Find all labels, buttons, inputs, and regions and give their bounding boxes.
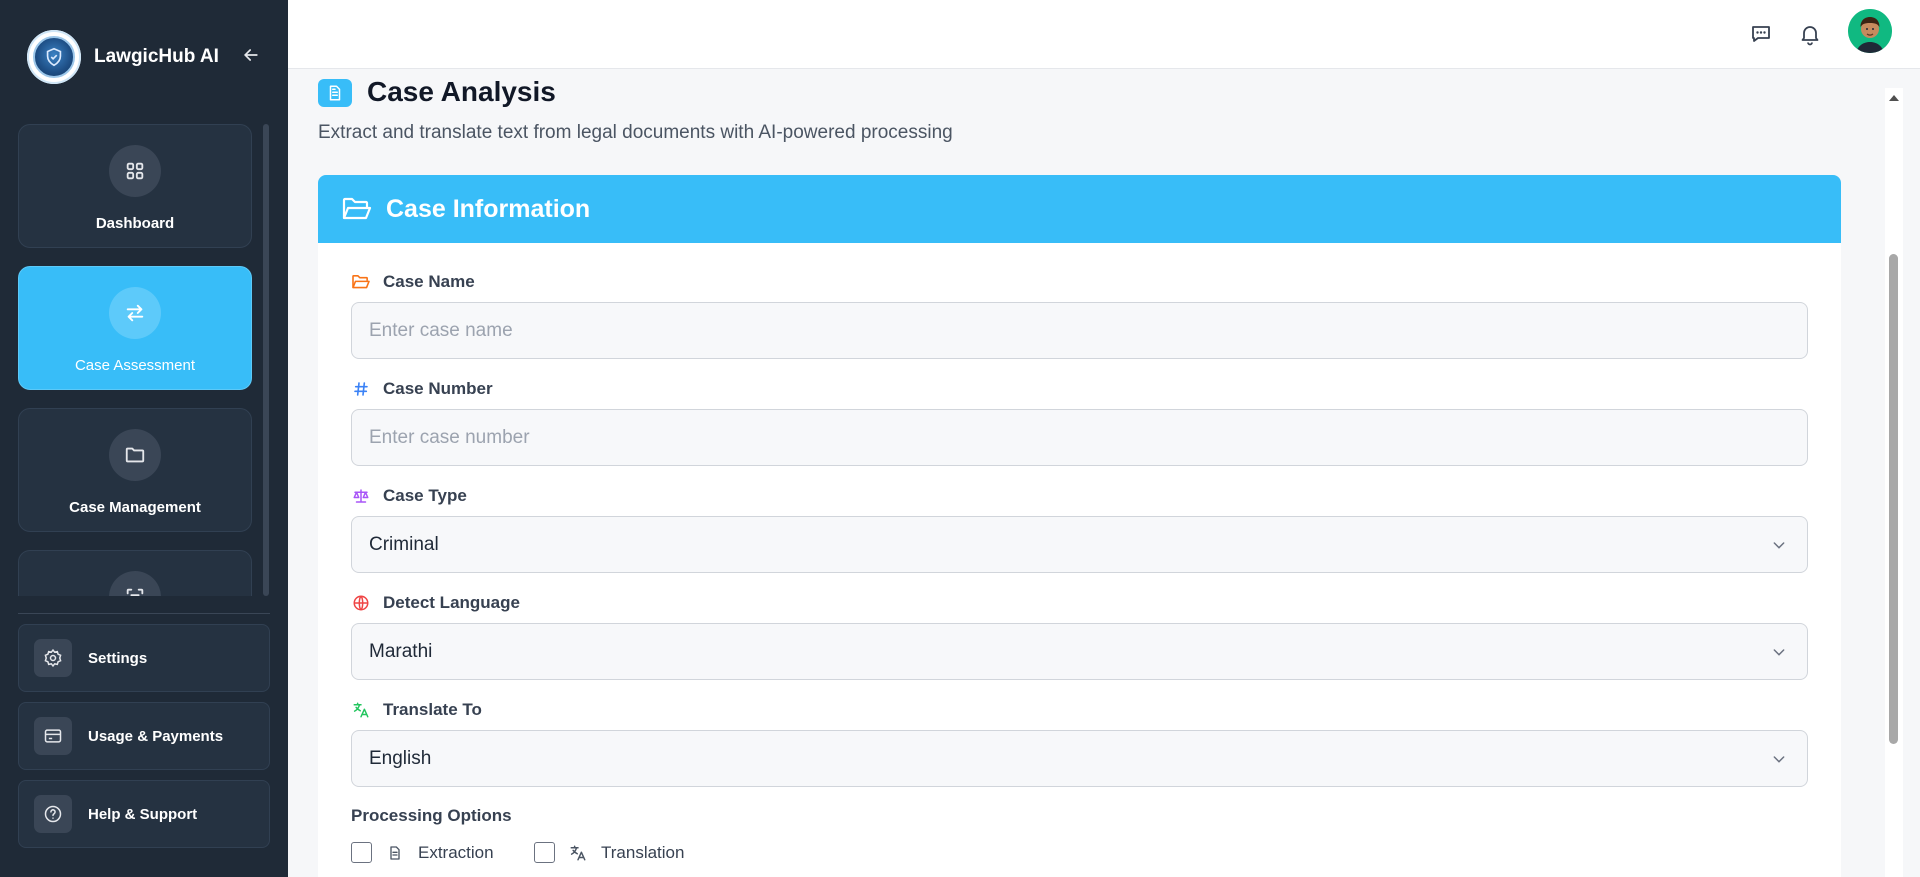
translate-to-label: Translate To [351,700,482,720]
translate-to-select[interactable]: English [351,730,1808,787]
document-icon [318,79,352,107]
brand-name: LawgicHub AI [94,46,219,67]
processing-options-label: Processing Options [351,806,512,825]
brand[interactable]: LawgicHub AI [27,30,219,84]
sidebar-scrollbar[interactable] [263,124,269,596]
detect-language-label: Detect Language [351,593,520,613]
help-support-label: Help & Support [88,805,198,823]
page-title: Case Analysis [367,76,556,107]
translate-to-value: English [369,747,432,769]
detect-language-select[interactable]: Marathi [351,623,1808,680]
sidebar-item-case-assessment[interactable]: Case Assessment [18,266,252,390]
scan-text-icon [109,571,161,596]
translation-label: Translation [601,842,685,862]
folder-open-icon [351,273,371,291]
help-circle-icon [34,795,72,833]
sidebar-item-label: Case Management [69,499,201,516]
sidebar-item-case-management[interactable]: Case Management [18,408,252,532]
translation-option[interactable]: Translation [534,842,684,863]
chevron-down-icon [1773,649,1785,656]
sidebar-item-scan[interactable] [18,550,252,596]
sidebar-divider [18,613,270,614]
brand-logo-icon [27,30,81,84]
chevron-down-icon [1773,542,1785,549]
page-subtitle: Extract and translate text from legal do… [318,122,953,143]
sidebar: LawgicHub AI Dashboard Case Assessment C… [0,0,288,877]
folder-icon [109,429,161,481]
gear-icon [34,639,72,677]
extraction-option[interactable]: Extraction [351,842,494,863]
folder-open-icon [342,195,374,223]
bell-icon[interactable] [1796,20,1824,48]
scroll-up-arrow-icon[interactable] [1887,92,1901,104]
case-name-label: Case Name [351,272,475,292]
translate-icon [569,844,587,862]
case-information-header: Case Information [318,175,1841,243]
case-type-value: Criminal [369,533,439,555]
help-support-button[interactable]: Help & Support [18,780,270,848]
swap-arrows-icon [109,287,161,339]
settings-label: Settings [88,649,148,667]
settings-button[interactable]: Settings [18,624,270,692]
extraction-checkbox[interactable] [351,842,372,863]
chat-icon[interactable] [1747,20,1775,48]
case-number-label: Case Number [351,379,493,399]
document-icon [386,844,404,862]
detect-language-value: Marathi [369,640,433,662]
card-title: Case Information [386,194,591,223]
usage-payments-button[interactable]: Usage & Payments [18,702,270,770]
sidebar-item-label: Dashboard [95,215,175,232]
translate-icon [351,701,371,719]
extraction-label: Extraction [418,842,494,862]
hash-icon [351,380,371,398]
avatar[interactable] [1848,9,1892,53]
credit-card-icon [34,717,72,755]
translation-checkbox[interactable] [534,842,555,863]
sidebar-item-label: Case Assessment [74,357,196,374]
case-type-label: Case Type [351,486,467,506]
usage-payments-label: Usage & Payments [88,727,224,745]
arrow-left-icon[interactable] [241,45,263,67]
chevron-down-icon [1773,756,1785,763]
sidebar-nav: Dashboard Case Assessment Case Managemen… [0,122,270,596]
scale-icon [351,487,371,505]
globe-icon [351,594,371,612]
case-number-input[interactable] [351,409,1808,466]
case-name-input[interactable] [351,302,1808,359]
sidebar-item-dashboard[interactable]: Dashboard [18,124,252,248]
top-bar [288,0,1920,69]
grid-icon [109,145,161,197]
main-scrollbar-thumb[interactable] [1889,254,1898,744]
case-type-select[interactable]: Criminal [351,516,1808,573]
